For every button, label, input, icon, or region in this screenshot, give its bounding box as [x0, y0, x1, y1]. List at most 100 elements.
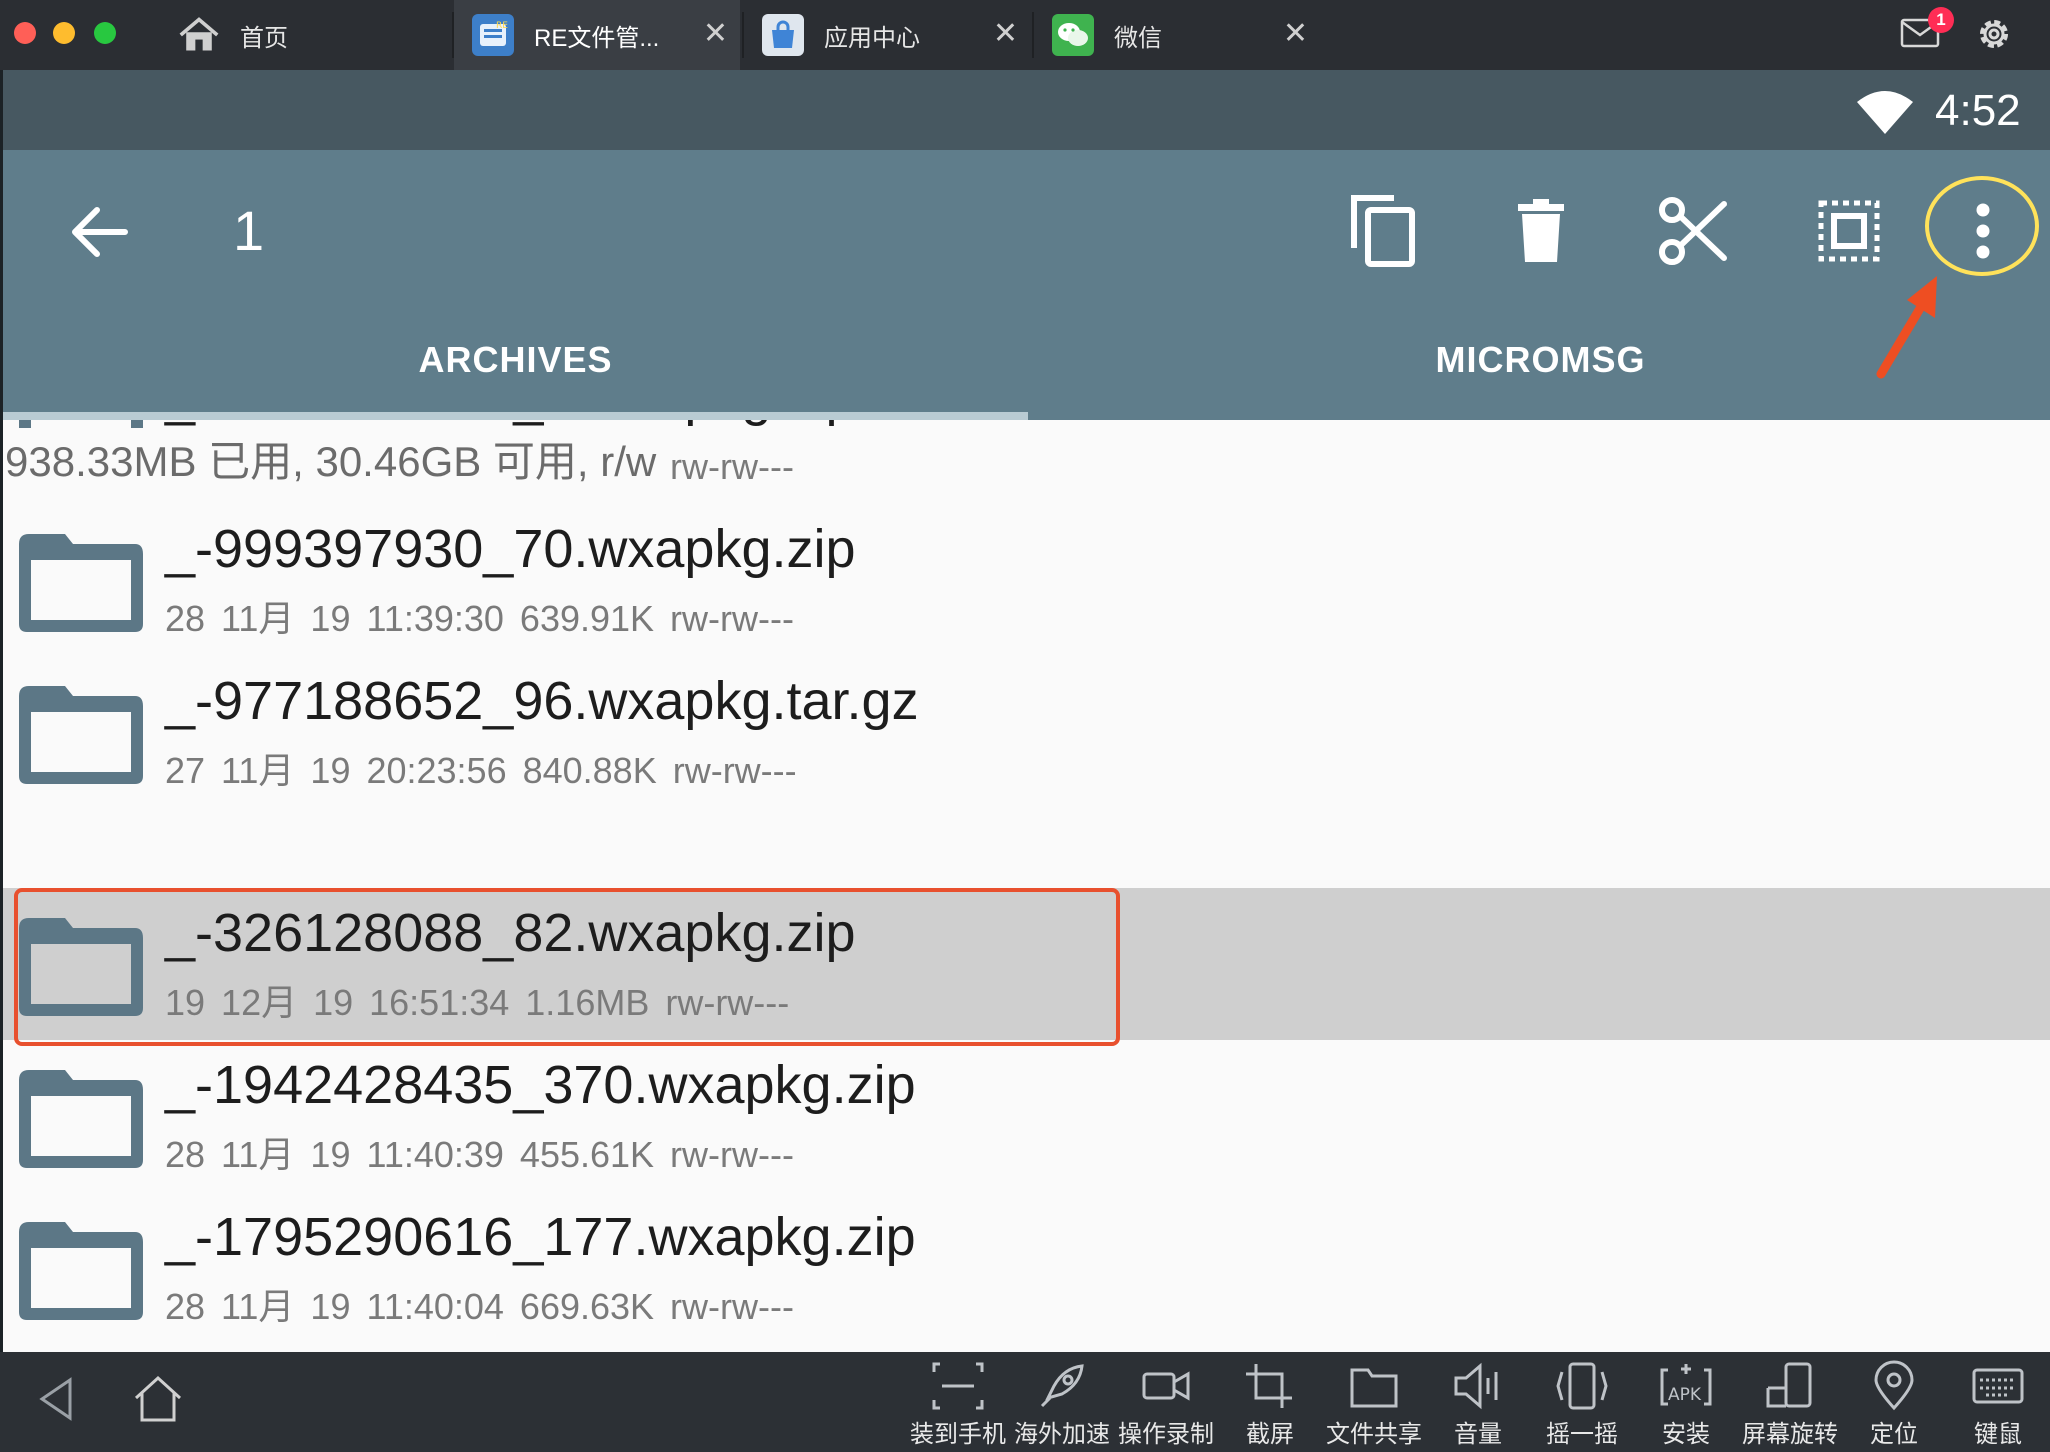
- nav-home-button[interactable]: [132, 1374, 184, 1429]
- tool-shake[interactable]: 摇一摇: [1530, 1360, 1634, 1452]
- svg-text:RE: RE: [496, 21, 508, 31]
- close-tab-button[interactable]: ✕: [993, 16, 1018, 51]
- emulator-window: 首页 RE RE文件管... ✕ 应用中心 ✕ 微信 ✕ 1 4:52 1 AR…: [0, 0, 2050, 1452]
- window-tab-bar: 首页 RE RE文件管... ✕ 应用中心 ✕ 微信 ✕ 1: [0, 0, 2050, 70]
- file-list: 938.33MB 已用, 30.46GB 可用, r/w _-103321033…: [0, 420, 2050, 1352]
- shake-icon: [1556, 1362, 1608, 1410]
- install-to-phone-icon: [932, 1362, 984, 1410]
- tool-overseas-accel[interactable]: 海外加速: [1010, 1360, 1114, 1452]
- tool-label: 定位: [1870, 1421, 1918, 1448]
- tab-micromsg[interactable]: MICROMSG: [1028, 300, 2050, 420]
- apk-install-icon: APK: [1660, 1364, 1712, 1406]
- location-icon: [1874, 1360, 1914, 1411]
- list-item[interactable]: _-999397930_70.wxapkg.zip 28 11月 19 11:3…: [3, 504, 2050, 656]
- crop-icon: [1246, 1364, 1292, 1408]
- status-clock: 4:52: [1935, 86, 2021, 135]
- rotate-screen-icon: [1766, 1362, 1812, 1408]
- zoom-window-button[interactable]: [94, 22, 116, 44]
- list-item[interactable]: _-977188652_96.wxapkg.tar.gz 27 11月 19 2…: [3, 656, 2050, 808]
- tool-screenshot[interactable]: 截屏: [1218, 1360, 1322, 1452]
- minimize-window-button[interactable]: [53, 22, 75, 44]
- file-meta: 28 11月 19 11:40:39 455.61K rw-rw---: [165, 1134, 794, 1175]
- selected-count: 1: [233, 199, 265, 262]
- nav-back-button[interactable]: [36, 1374, 76, 1429]
- scissors-icon: [1659, 197, 1727, 265]
- folder-icon: [19, 1222, 143, 1320]
- file-meta: 27 11月 19 20:23:56 840.88K rw-rw---: [165, 750, 797, 791]
- annotation-selection-box: [14, 888, 1120, 1046]
- wechat-icon: [1052, 14, 1094, 56]
- rocket-icon: [1040, 1364, 1084, 1408]
- tool-label: 装到手机: [910, 1421, 1006, 1448]
- close-tab-button[interactable]: ✕: [703, 16, 728, 51]
- emulator-bottom-bar: 装到手机 海外加速 操作录制 截屏 文件共享 音量 摇一摇 APK 安装 屏幕旋…: [0, 1352, 2050, 1452]
- tab-label: 应用中心: [824, 24, 920, 52]
- android-status-bar: 4:52: [0, 70, 2050, 150]
- tab-home[interactable]: 首页: [160, 0, 450, 70]
- tool-label: 操作录制: [1118, 1421, 1214, 1448]
- tab-label: 微信: [1114, 24, 1162, 52]
- tab-app-center[interactable]: 应用中心 ✕: [744, 0, 1030, 70]
- tab-archives[interactable]: ARCHIVES: [3, 300, 1028, 420]
- storage-info: 938.33MB 已用, 30.46GB 可用, r/w: [5, 428, 657, 493]
- tool-location[interactable]: 定位: [1842, 1360, 1946, 1452]
- tool-label: 安装: [1662, 1421, 1710, 1448]
- tool-install-apk[interactable]: APK 安装: [1634, 1360, 1738, 1452]
- back-button[interactable]: [59, 192, 139, 272]
- triangle-back-icon: [39, 1377, 72, 1421]
- folder-icon: [19, 534, 143, 632]
- file-meta: 28 11月 19 11:40:04 669.63K rw-rw---: [165, 1286, 794, 1327]
- tool-label: 屏幕旋转: [1742, 1421, 1838, 1448]
- annotation-highlight-circle: [1925, 176, 2039, 276]
- folder-tabs: ARCHIVES MICROMSG: [3, 300, 2050, 420]
- tool-label: 音量: [1454, 1421, 1502, 1448]
- selection-toolbar: 1 ARCHIVES MICROMSG: [0, 150, 2050, 420]
- tool-label: 文件共享: [1326, 1421, 1422, 1448]
- list-item[interactable]: _-1795290616_177.wxapkg.zip 28 11月 19 11…: [3, 1192, 2050, 1344]
- tool-label: 摇一摇: [1546, 1421, 1618, 1448]
- close-window-button[interactable]: [14, 22, 36, 44]
- select-all-icon: [1818, 200, 1880, 262]
- select-all-button[interactable]: [1809, 186, 1889, 276]
- re-file-manager-app-icon: RE: [472, 14, 514, 56]
- tool-file-share[interactable]: 文件共享: [1322, 1360, 1426, 1452]
- folder-share-icon: [1350, 1368, 1398, 1408]
- tab-re-file-manager[interactable]: RE RE文件管... ✕: [454, 0, 740, 70]
- wifi-icon: [1857, 91, 1913, 134]
- close-tab-button[interactable]: ✕: [1283, 16, 1308, 51]
- gear-icon[interactable]: [1974, 14, 2014, 54]
- copy-icon: [1351, 195, 1415, 267]
- home-outline-icon: [134, 1375, 182, 1422]
- file-name: _-1033210331_0.wxapkg.zip: [165, 420, 856, 428]
- trash-icon: [1518, 199, 1564, 262]
- app-center-icon: [762, 14, 804, 56]
- file-name: _-977188652_96.wxapkg.tar.gz: [165, 671, 919, 731]
- tab-wechat[interactable]: 微信 ✕: [1034, 0, 1320, 70]
- file-name: _-999397930_70.wxapkg.zip: [165, 519, 856, 579]
- tool-rotate-screen[interactable]: 屏幕旋转: [1738, 1360, 1842, 1452]
- svg-text:APK: APK: [1668, 1385, 1702, 1405]
- cut-button[interactable]: [1653, 186, 1733, 276]
- tool-label: 截屏: [1246, 1421, 1294, 1448]
- tab-label: 首页: [240, 24, 288, 52]
- file-name: _-1942428435_370.wxapkg.zip: [165, 1055, 916, 1115]
- tool-volume[interactable]: 音量: [1426, 1360, 1530, 1452]
- arrow-left-icon: [72, 207, 128, 257]
- copy-button[interactable]: [1343, 186, 1423, 276]
- home-icon: [178, 14, 220, 56]
- tool-keyboard-mouse[interactable]: 键鼠: [1946, 1360, 2050, 1452]
- tool-record[interactable]: 操作录制: [1114, 1360, 1218, 1452]
- tool-install-to-phone[interactable]: 装到手机: [906, 1360, 1010, 1452]
- file-name: _-1795290616_177.wxapkg.zip: [165, 1207, 916, 1267]
- list-item[interactable]: _-1942428435_370.wxapkg.zip 28 11月 19 11…: [3, 1040, 2050, 1192]
- tool-label: 海外加速: [1014, 1421, 1110, 1448]
- volume-icon: [1454, 1362, 1498, 1410]
- keyboard-icon: [1972, 1368, 2024, 1404]
- file-meta: 28 11月 19 11:39:30 639.91K rw-rw---: [165, 598, 794, 639]
- tool-label: 键鼠: [1974, 1421, 2022, 1448]
- tab-label: RE文件管...: [534, 24, 660, 52]
- mail-notification-badge: 1: [1928, 7, 1954, 33]
- video-record-icon: [1142, 1371, 1190, 1401]
- delete-button[interactable]: [1501, 186, 1581, 276]
- folder-icon: [19, 1070, 143, 1168]
